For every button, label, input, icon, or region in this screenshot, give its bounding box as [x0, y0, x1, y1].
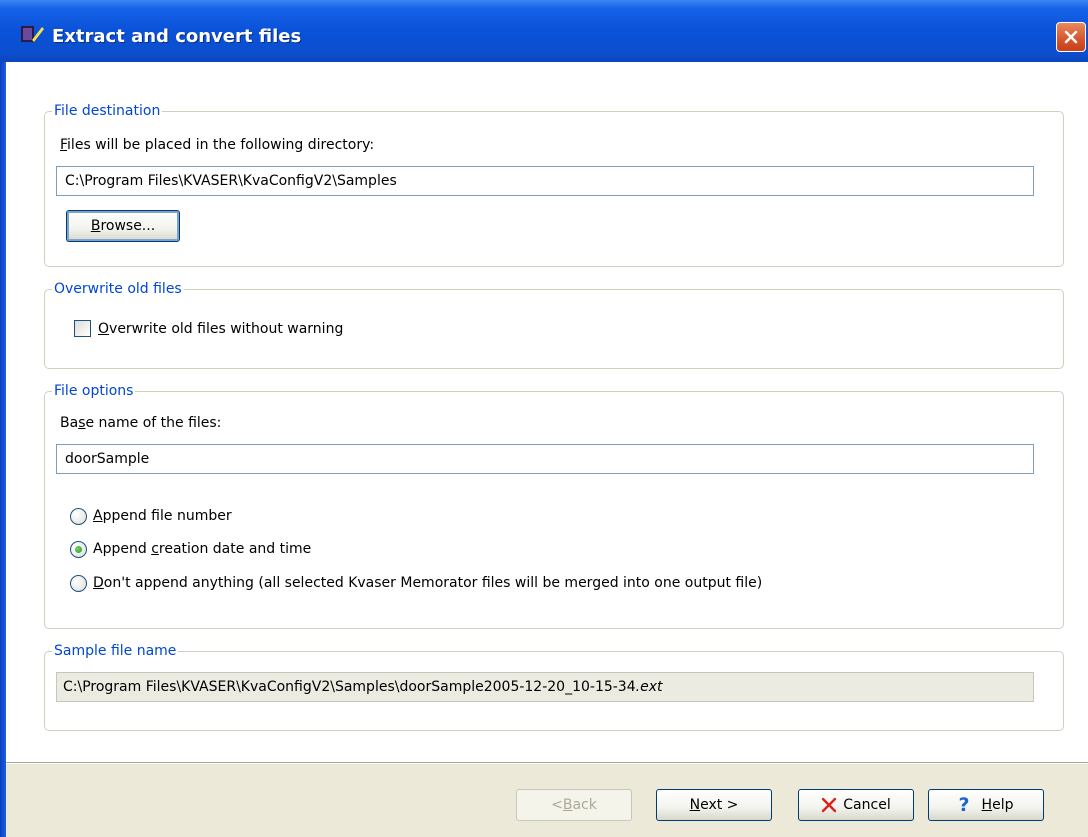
help-button-label: Help [981, 797, 1014, 813]
cancel-button-label: Cancel [843, 797, 891, 813]
wizard-window: Extract and convert files File destinati… [0, 0, 1088, 837]
footer-divider [6, 763, 1088, 764]
window-title: Extract and convert files [52, 26, 302, 47]
overwrite-legend: Overwrite old files [52, 281, 184, 297]
sample-file-legend: Sample file name [52, 643, 179, 659]
kvaser-app-icon [20, 24, 44, 44]
next-button[interactable]: Next > [656, 789, 772, 821]
radio-append-file-number-label[interactable]: Append file number [93, 507, 232, 525]
radio-append-creation-date-label[interactable]: Append creation date and time [93, 540, 311, 558]
overwrite-checkbox-label[interactable]: Overwrite old files without warning [98, 320, 343, 338]
help-button[interactable]: ? Help [928, 789, 1044, 821]
wizard-footer: < Back Next > Cancel ? Help [6, 762, 1088, 837]
radio-append-file-number[interactable] [70, 508, 87, 525]
close-icon [1064, 30, 1078, 44]
radio-selected-dot [75, 546, 82, 553]
radio-append-creation-date[interactable] [70, 541, 87, 558]
wizard-content: File destination Files will be placed in… [6, 62, 1088, 762]
help-question-icon: ? [958, 794, 970, 816]
file-destination-legend: File destination [52, 103, 163, 119]
sample-file-name-field: C:\Program Files\KVASER\KvaConfigV2\Samp… [56, 672, 1034, 702]
file-options-legend: File options [52, 383, 136, 399]
radio-dont-append[interactable] [70, 575, 87, 592]
base-name-input[interactable]: doorSample [56, 444, 1034, 474]
overwrite-checkbox[interactable] [74, 320, 91, 337]
base-name-label: Base name of the files: [60, 415, 222, 431]
browse-button[interactable]: Browse... [66, 210, 180, 242]
cancel-x-icon [822, 797, 837, 813]
cancel-button[interactable]: Cancel [798, 789, 914, 821]
directory-label: Files will be placed in the following di… [60, 137, 375, 153]
back-button[interactable]: < Back [516, 789, 632, 821]
close-button[interactable] [1056, 22, 1086, 52]
title-bar[interactable]: Extract and convert files [0, 0, 1088, 62]
directory-input[interactable]: C:\Program Files\KVASER\KvaConfigV2\Samp… [56, 166, 1034, 196]
radio-dont-append-label[interactable]: Don't append anything (all selected Kvas… [93, 574, 762, 592]
